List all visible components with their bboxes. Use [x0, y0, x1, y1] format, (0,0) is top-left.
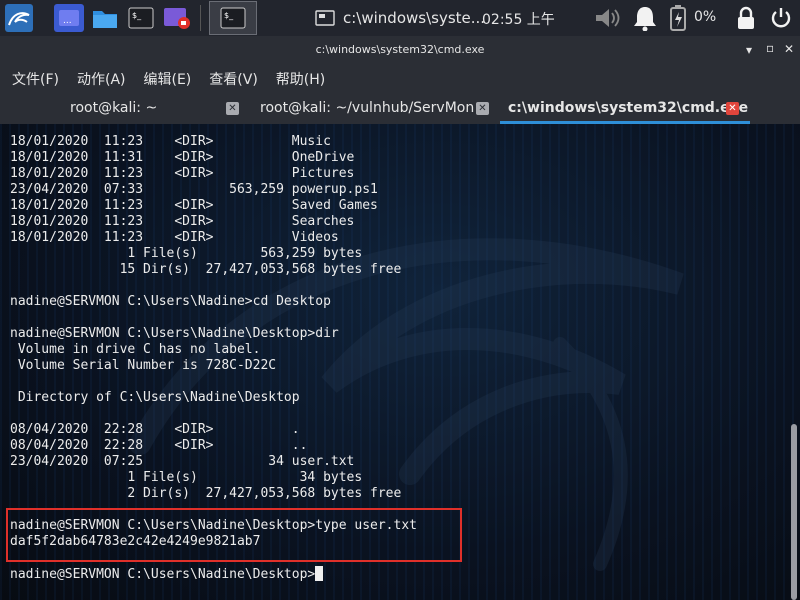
- terminal-line: 2 Dir(s) 27,427,053,568 bytes free: [127, 486, 402, 501]
- window-icon: [315, 10, 335, 26]
- recorder-icon: [164, 8, 190, 29]
- terminal-line: 15 Dir(s) 27,427,053,568 bytes free: [119, 262, 402, 277]
- terminal-line: 1 File(s) 34 bytes: [127, 470, 363, 485]
- menu-edit[interactable]: 编辑(E): [144, 69, 192, 89]
- terminal-icon: $_: [128, 7, 154, 29]
- terminal-line: 18/01/2020 11:31 <DIR> OneDrive: [10, 150, 355, 165]
- folder-icon: [93, 11, 117, 28]
- close-window-button[interactable]: ✕: [784, 42, 794, 56]
- text-cursor: [315, 566, 324, 581]
- tab-label: c:\windows\system32\cmd.exe: [508, 100, 749, 116]
- terminal-line: Volume Serial Number is 728C-D22C: [17, 358, 277, 373]
- tab-close-icon[interactable]: ✕: [726, 102, 739, 115]
- terminal-line: 1 File(s) 563,259 bytes: [127, 246, 363, 261]
- tab-close-icon[interactable]: ✕: [476, 102, 489, 115]
- power-icon[interactable]: [768, 4, 794, 32]
- menu-view[interactable]: 查看(V): [209, 69, 258, 89]
- maximize-button[interactable]: ▫: [766, 41, 774, 55]
- taskbar-window-button[interactable]: c:\windows\syste...: [315, 0, 485, 36]
- terminal-line: 18/01/2020 11:23 <DIR> Saved Games: [10, 198, 378, 213]
- tab-label: root@kali: ~: [70, 100, 158, 116]
- svg-text:$_: $_: [224, 11, 234, 20]
- terminal-launcher-button[interactable]: $_: [126, 4, 156, 32]
- terminal-line: 08/04/2020 22:28 <DIR> .: [10, 422, 300, 437]
- terminal-prompt: nadine@SERVMON C:\Users\Nadine\Desktop>: [10, 567, 316, 582]
- notification-bell-icon[interactable]: [630, 4, 660, 32]
- scrollbar-thumb[interactable]: [791, 424, 797, 600]
- tab-label: root@kali: ~/vulnhub/ServMon: [260, 100, 475, 116]
- file-manager-button[interactable]: [90, 4, 120, 32]
- menu-help[interactable]: 帮助(H): [276, 69, 325, 89]
- top-panel: ... $_ $_ c:\windows\syste... 02:55 上午 0…: [0, 0, 800, 36]
- terminal-line: nadine@SERVMON C:\Users\Nadine\Desktop>d…: [10, 326, 339, 341]
- terminal-line: 18/01/2020 11:23 <DIR> Videos: [10, 230, 339, 245]
- tab-close-icon[interactable]: ✕: [226, 102, 239, 115]
- terminal-line: 08/04/2020 22:28 <DIR> ..: [10, 438, 308, 453]
- menu-file[interactable]: 文件(F): [12, 69, 59, 89]
- window-titlebar[interactable]: c:\windows\system32\cmd.exe ▾ ▫ ✕: [0, 36, 800, 64]
- menu-action[interactable]: 动作(A): [77, 69, 126, 89]
- svg-text:...: ...: [63, 16, 72, 26]
- terminal-line: 23/04/2020 07:25 34 user.txt: [10, 454, 355, 469]
- terminal-line: 18/01/2020 11:23 <DIR> Music: [10, 134, 331, 149]
- terminal-icon: $_: [220, 7, 246, 29]
- tab-root-home[interactable]: root@kali: ~ ✕: [0, 94, 248, 124]
- taskbar-terminal-item[interactable]: $_: [209, 1, 257, 35]
- highlight-box: [6, 508, 462, 562]
- panel-separator: [200, 5, 201, 31]
- tab-root-servmon[interactable]: root@kali: ~/vulnhub/ServMon ✕: [248, 94, 498, 124]
- terminal-lines: 18/01/2020 11:23 <DIR> Music 18/01/2020 …: [10, 134, 417, 549]
- terminal-line: 23/04/2020 07:33 563,259 powerup.ps1: [10, 182, 378, 197]
- terminal-line: nadine@SERVMON C:\Users\Nadine>cd Deskto…: [10, 294, 331, 309]
- terminal-line: 18/01/2020 11:23 <DIR> Pictures: [10, 166, 355, 181]
- tab-bar: root@kali: ~ ✕ root@kali: ~/vulnhub/Serv…: [0, 94, 800, 124]
- tab-cmd-active[interactable]: c:\windows\system32\cmd.exe ✕: [500, 94, 750, 124]
- battery-percentage: 0%: [694, 9, 717, 25]
- terminal-line: Directory of C:\Users\Nadine\Desktop: [17, 390, 300, 405]
- svg-text:$_: $_: [132, 11, 142, 20]
- taskbar-window-title: c:\windows\syste...: [343, 9, 486, 27]
- minimize-button[interactable]: ▾: [746, 43, 752, 57]
- menu-bar: 文件(F) 动作(A) 编辑(E) 查看(V) 帮助(H): [0, 64, 800, 94]
- volume-icon[interactable]: [592, 4, 622, 32]
- kali-logo-icon: [5, 4, 33, 32]
- battery-icon[interactable]: [666, 4, 690, 32]
- kali-menu-button[interactable]: [0, 0, 38, 36]
- screen-recorder-button[interactable]: [162, 4, 192, 32]
- panel-clock[interactable]: 02:55 上午: [482, 9, 555, 29]
- workspace-icon: ...: [59, 10, 79, 26]
- workspace-button[interactable]: ...: [54, 4, 84, 32]
- terminal-area[interactable]: 18/01/2020 11:23 <DIR> Music 18/01/2020 …: [0, 124, 800, 600]
- terminal-line: Volume in drive C has no label.: [17, 342, 261, 357]
- window-title: c:\windows\system32\cmd.exe: [315, 43, 485, 56]
- lock-screen-icon[interactable]: [734, 4, 758, 32]
- terminal-line: 18/01/2020 11:23 <DIR> Searches: [10, 214, 355, 229]
